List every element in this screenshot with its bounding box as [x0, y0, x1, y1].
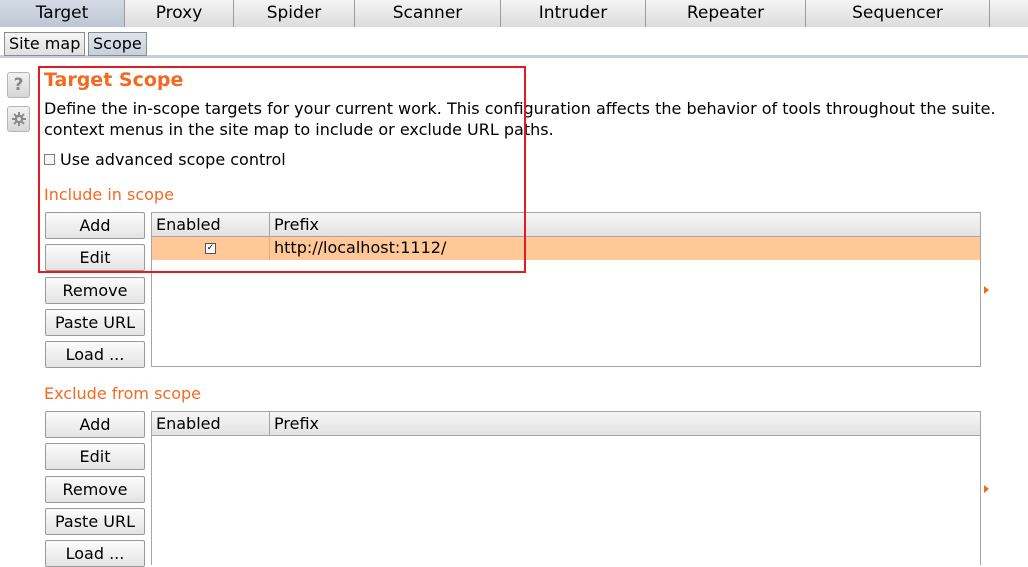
description-line-2: context menus in the site map to include… [44, 120, 554, 139]
include-add-button[interactable]: Add [45, 212, 145, 239]
include-load-button[interactable]: Load ... [45, 341, 145, 368]
tab-spider[interactable]: Spider [234, 0, 355, 27]
tab-proxy[interactable]: Proxy [125, 0, 234, 27]
include-remove-button[interactable]: Remove [45, 277, 145, 304]
row-prefix-cell: http://localhost:1112/ [274, 238, 447, 257]
exclude-section-title: Exclude from scope [44, 384, 202, 403]
tab-intruder[interactable]: Intruder [501, 0, 646, 27]
include-table[interactable]: Enabled Prefix ✓ http://localhost:1112/ [151, 212, 981, 367]
column-prefix[interactable]: Prefix [270, 213, 980, 236]
exclude-remove-button[interactable]: Remove [45, 476, 145, 503]
tab-scanner[interactable]: Scanner [355, 0, 501, 27]
include-edit-button[interactable]: Edit [45, 244, 145, 271]
exclude-edit-button[interactable]: Edit [45, 443, 145, 470]
main-tab-bar: Target Proxy Spider Scanner Intruder Rep… [0, 0, 1028, 27]
help-icon[interactable]: ? [7, 72, 30, 98]
gear-icon[interactable] [7, 106, 30, 132]
page-title: Target Scope [44, 69, 184, 91]
column-enabled[interactable]: Enabled [152, 213, 270, 236]
row-enabled-cell[interactable]: ✓ [152, 237, 270, 260]
tab-repeater[interactable]: Repeater [646, 0, 806, 27]
exclude-load-button[interactable]: Load ... [45, 540, 145, 567]
row-enabled-checkbox[interactable]: ✓ [205, 243, 216, 254]
tab-overflow[interactable] [990, 0, 1028, 27]
subtab-site-map[interactable]: Site map [4, 32, 86, 56]
include-table-header: Enabled Prefix [152, 213, 980, 237]
include-panel-arrow-icon [984, 286, 989, 294]
exclude-table-header: Enabled Prefix [152, 412, 980, 436]
scope-description: Define the in-scope targets for your cur… [44, 98, 1028, 140]
column-enabled[interactable]: Enabled [152, 412, 270, 435]
advanced-scope-checkbox[interactable] [44, 154, 55, 165]
include-section-title: Include in scope [44, 185, 174, 204]
include-paste-url-button[interactable]: Paste URL [45, 309, 145, 336]
subtab-scope[interactable]: Scope [88, 32, 147, 56]
exclude-panel-arrow-icon [984, 485, 989, 493]
advanced-scope-toggle[interactable]: Use advanced scope control [44, 150, 286, 169]
column-prefix[interactable]: Prefix [270, 412, 980, 435]
exclude-paste-url-button[interactable]: Paste URL [45, 508, 145, 535]
description-line-1: Define the in-scope targets for your cur… [44, 99, 996, 118]
sub-tab-bar: Site map Scope [0, 28, 1028, 58]
tab-sequencer[interactable]: Sequencer [806, 0, 990, 27]
advanced-scope-label: Use advanced scope control [60, 150, 286, 169]
exclude-add-button[interactable]: Add [45, 411, 145, 438]
table-row[interactable]: ✓ http://localhost:1112/ [152, 237, 980, 260]
tab-target[interactable]: Target [0, 0, 125, 27]
exclude-table[interactable]: Enabled Prefix [151, 411, 981, 565]
